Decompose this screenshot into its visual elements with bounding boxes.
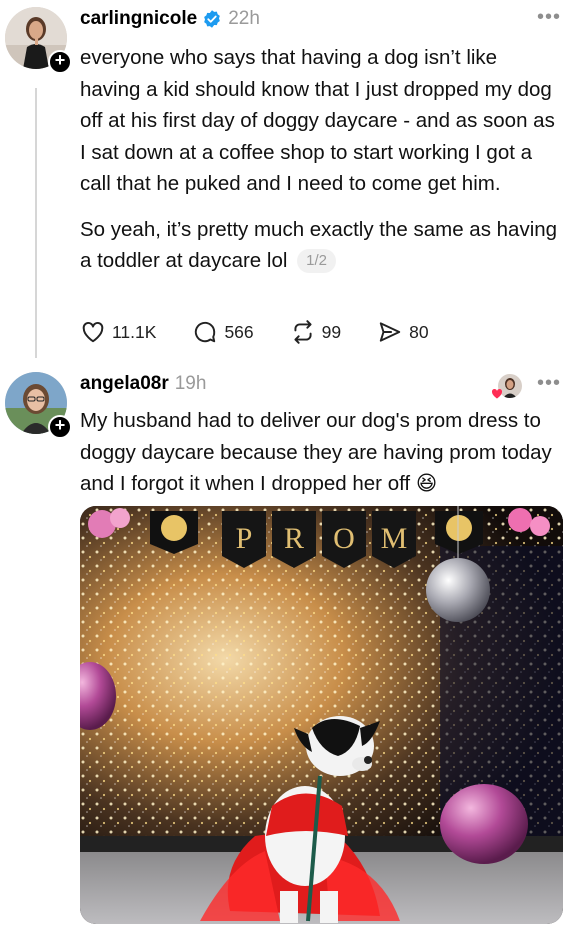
banner-letter: P <box>236 522 253 555</box>
laughing-emoji-icon: 😆 <box>415 471 438 495</box>
reply-button[interactable]: 566 <box>192 319 254 345</box>
post-angela08r: + angela08r 19h ••• My husband had to de… <box>0 360 575 930</box>
banner-letter: M <box>381 522 408 555</box>
post-time: 22h <box>228 8 260 29</box>
share-count: 80 <box>409 321 429 342</box>
more-options-icon[interactable]: ••• <box>537 6 561 29</box>
heart-icon <box>82 321 104 343</box>
prom-dog-photo: P R O M <box>80 506 563 924</box>
post-time: 19h <box>174 373 207 394</box>
page-indicator[interactable]: 1/2 <box>297 249 336 273</box>
post-paragraph: everyone who says that having a dog isn’… <box>80 46 555 195</box>
username[interactable]: carlingnicole <box>80 8 197 30</box>
post-body: My husband had to deliver our dog's prom… <box>80 405 560 500</box>
post-image[interactable]: P R O M <box>80 506 563 924</box>
post-text: My husband had to deliver our dog's prom… <box>80 409 552 495</box>
repost-button[interactable]: 99 <box>290 319 341 345</box>
post-paragraph-2: So yeah, it’s pretty much exactly the sa… <box>80 214 560 277</box>
repost-count: 99 <box>321 321 342 342</box>
share-button[interactable]: 80 <box>377 319 429 345</box>
like-count: 11.1K <box>112 321 157 342</box>
thread-line <box>35 88 37 358</box>
more-options-icon[interactable]: ••• <box>537 372 561 395</box>
follow-plus-button[interactable]: + <box>48 50 72 74</box>
post-carlingnicole: + carlingnicole 22h ••• everyone who say… <box>0 0 575 360</box>
follow-plus-button[interactable]: + <box>48 415 72 439</box>
post-header: angela08r 19h <box>80 369 206 399</box>
banner-letter: R <box>284 522 304 555</box>
send-icon <box>379 322 401 342</box>
banner-letter: O <box>333 522 355 555</box>
username[interactable]: angela08r <box>80 373 169 395</box>
post-body: everyone who says that having a dog isn’… <box>80 42 560 277</box>
post-header: carlingnicole 22h <box>80 4 260 34</box>
comment-icon <box>195 321 216 343</box>
repost-icon <box>294 320 312 344</box>
liked-heart-icon <box>491 388 503 399</box>
verified-badge-icon <box>204 10 221 28</box>
like-button[interactable]: 11.1K <box>80 319 156 345</box>
reply-count: 566 <box>224 321 254 342</box>
action-bar: 11.1K 566 99 80 <box>80 317 465 347</box>
